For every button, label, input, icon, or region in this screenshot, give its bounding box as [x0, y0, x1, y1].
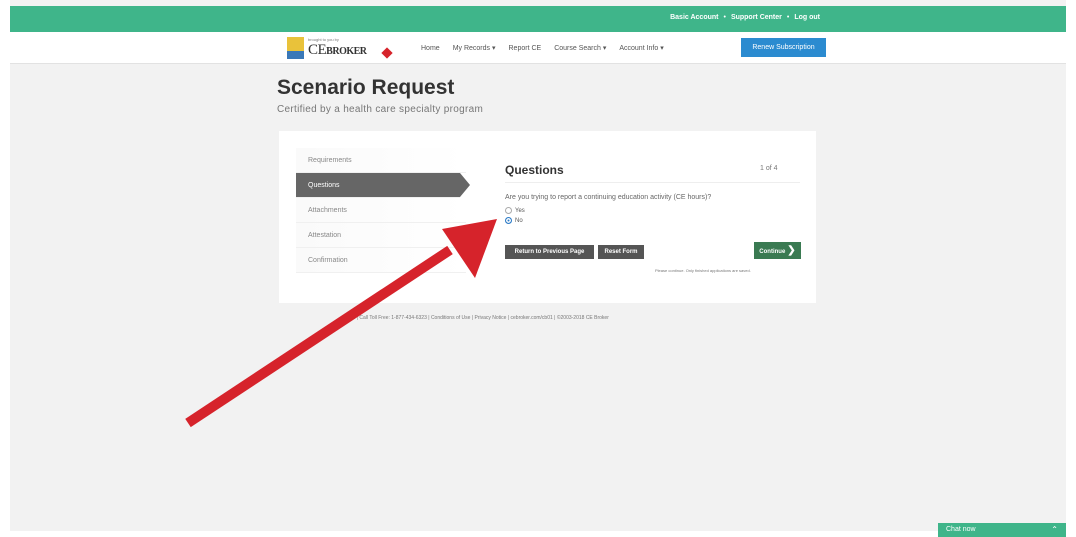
arrow-shaft — [185, 245, 453, 428]
annotation-arrow — [185, 219, 497, 428]
arrow-head — [442, 219, 497, 278]
